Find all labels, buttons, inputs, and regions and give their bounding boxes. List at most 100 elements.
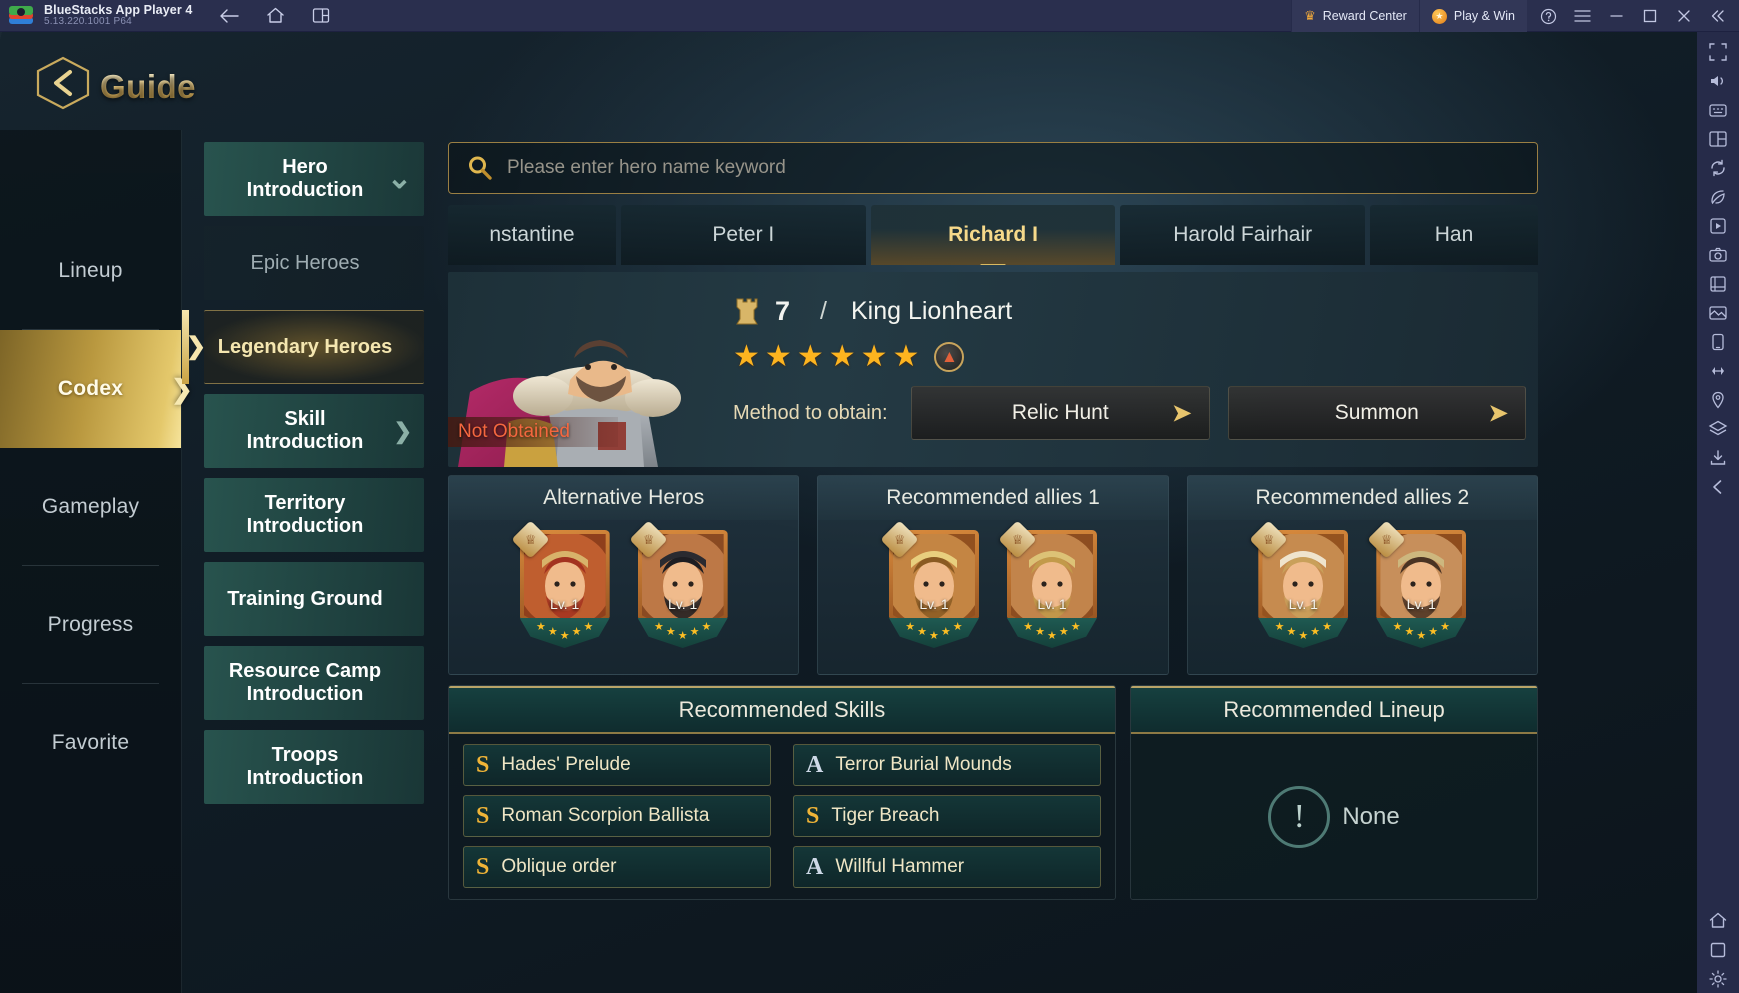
skill-item[interactable]: A Terror Burial Mounds (793, 744, 1101, 786)
play-and-win-button[interactable]: ★ Play & Win (1418, 0, 1527, 32)
trim-icon[interactable] (1702, 270, 1734, 298)
skill-name: Terror Burial Mounds (835, 754, 1012, 775)
eco-mode-icon[interactable] (1702, 183, 1734, 211)
minimize-icon[interactable] (1599, 0, 1633, 32)
star-icon: ★ (1392, 621, 1403, 633)
hero-group-body: ♕ Lv. 1 ★ ★ ★ ★ ★ ♕ Lv. 1 ★ ★ ★ ★ ★ (818, 520, 1167, 648)
settings-icon[interactable] (1702, 965, 1734, 993)
recents-icon[interactable] (1702, 936, 1734, 964)
nav-item-codex[interactable]: Codex ❯ (0, 330, 193, 448)
subnav-item-resource-camp-introduction[interactable]: Resource Camp Introduction (204, 646, 424, 720)
home-icon[interactable] (264, 5, 286, 27)
close-icon[interactable] (1667, 0, 1701, 32)
skill-item[interactable]: A Willful Hammer (793, 846, 1101, 888)
hero-group-recommended-allies-2: Recommended allies 2 ♕ Lv. 1 ★ ★ ★ ★ ★ ♕ Lv. 1 ★ ★ ★… (1186, 475, 1538, 675)
maximize-icon[interactable] (1633, 0, 1667, 32)
game-viewport: Guide Lineup Codex ❯ Gameplay Progress Favori… (0, 32, 1697, 993)
nav-item-lineup[interactable]: Lineup (0, 212, 181, 330)
skill-rank-badge: S (806, 802, 820, 829)
recommended-skills-body: S Hades' Prelude A Terror Burial Mounds S Rom… (449, 734, 1115, 899)
fullscreen-icon[interactable] (1702, 38, 1734, 66)
coin-icon: ★ (1431, 8, 1447, 24)
skill-name: Hades' Prelude (501, 754, 631, 775)
star-icon: ★ (952, 621, 963, 633)
help-icon[interactable] (1531, 0, 1565, 32)
media-manager-icon[interactable] (1702, 299, 1734, 327)
primary-nav: Lineup Codex ❯ Gameplay Progress Favorite (0, 130, 193, 993)
star-icon: ★ (1274, 621, 1285, 633)
subnav-item-label: Territory Introduction (246, 492, 364, 537)
nav-item-gameplay[interactable]: Gameplay (0, 448, 181, 566)
home-icon[interactable] (1702, 907, 1734, 935)
multi-instance-icon[interactable] (1702, 125, 1734, 153)
skill-name: Willful Hammer (835, 856, 965, 877)
volume-icon[interactable] (1702, 67, 1734, 95)
hero-separator: / (820, 296, 827, 325)
back-icon[interactable] (1702, 473, 1734, 501)
recommended-skills-panel: Recommended Skills S Hades' Prelude A Terro… (448, 685, 1116, 900)
obtain-method-label: Relic Hunt (1011, 401, 1109, 424)
app-version: 5.13.220.1001 P64 (44, 15, 132, 27)
ascend-arrow-icon[interactable]: ▲ (934, 342, 965, 372)
obtain-method-relic-hunt[interactable]: Relic Hunt ➤ (911, 386, 1210, 440)
skill-item[interactable]: S Hades' Prelude (463, 744, 771, 786)
subnav-item-territory-introduction[interactable]: Territory Introduction (204, 478, 424, 552)
hero-search-bar[interactable] (448, 142, 1538, 194)
hero-group-title: Recommended allies 1 (818, 476, 1168, 520)
install-apk-icon[interactable] (1702, 444, 1734, 472)
hero-avatar-card[interactable]: ♕ Lv. 1 ★ ★ ★ ★ ★ (1249, 520, 1349, 648)
recommended-lineup-panel: Recommended Lineup ! None (1130, 685, 1538, 900)
hero-avatar-card[interactable]: ♕ Lv. 1 ★ ★ ★ ★ ★ (511, 520, 610, 648)
skill-item[interactable]: S Oblique order (463, 846, 771, 888)
layers-icon[interactable] (1702, 415, 1734, 443)
skill-name: Tiger Breach (831, 805, 940, 826)
search-input[interactable] (507, 157, 1537, 179)
skill-item[interactable]: S Roman Scorpion Ballista (463, 795, 771, 837)
location-icon[interactable] (1702, 386, 1734, 414)
nav-item-favorite[interactable]: Favorite (0, 684, 181, 802)
hero-level-label: Lv. 1 (550, 596, 580, 612)
hero-avatar-card[interactable]: ♕ Lv. 1 ★ ★ ★ ★ ★ (998, 520, 1097, 648)
subnav-item-training-ground[interactable]: Training Ground (204, 562, 424, 636)
hero-tab-label: Richard I (948, 223, 1038, 246)
status-badge: Not Obtained (448, 417, 618, 447)
star-icon: ★ (547, 626, 558, 638)
hero-tab-strip: nstantine Peter I Richard I Harold Fairhair… (448, 205, 1538, 265)
rotate-icon[interactable] (1702, 328, 1734, 356)
reward-center-button[interactable]: ♛ Reward Center (1291, 0, 1419, 32)
collapse-icon[interactable] (1701, 0, 1735, 32)
sync-icon[interactable] (1702, 154, 1734, 182)
menu-icon[interactable] (1565, 0, 1599, 32)
hero-tab-harold-fairhair[interactable]: Harold Fairhair (1120, 205, 1366, 265)
hero-avatar-card[interactable]: ♕ Lv. 1 ★ ★ ★ ★ ★ (1367, 520, 1467, 648)
hero-tab-nstantine[interactable]: nstantine (448, 205, 616, 265)
subnav-item-epic-heroes[interactable]: Epic Heroes (204, 226, 424, 300)
keymapping-icon[interactable] (1702, 96, 1734, 124)
subnav-item-hero-introduction[interactable]: Hero Introduction ⌄ (204, 142, 424, 216)
screenshot-icon[interactable] (1702, 241, 1734, 269)
back-arrow-icon[interactable] (218, 5, 240, 27)
star-icon: ★ (860, 340, 888, 373)
skill-item[interactable]: S Tiger Breach (793, 795, 1101, 837)
multi-instance-icon[interactable] (310, 5, 332, 27)
hero-group-recommended-allies-1: Recommended allies 1 ♕ Lv. 1 ★ ★ ★ ★ ★ ♕ Lv. 1 ★ ★ ★… (817, 475, 1169, 675)
star-icon: ★ (828, 340, 856, 373)
nav-item-progress[interactable]: Progress (0, 566, 181, 684)
subnav-item-legendary-heroes[interactable]: ❯ Legendary Heroes (182, 310, 424, 384)
skill-rank-badge: A (806, 853, 824, 880)
subnav-item-skill-introduction[interactable]: Skill Introduction ❯ (204, 394, 424, 468)
shake-icon[interactable] (1702, 357, 1734, 385)
hero-tab-peter-i[interactable]: Peter I (621, 205, 866, 265)
obtain-label: Method to obtain: (733, 401, 888, 424)
hero-avatar-card[interactable]: ♕ Lv. 1 ★ ★ ★ ★ ★ (880, 520, 979, 648)
macro-icon[interactable] (1702, 212, 1734, 240)
star-icon: ★ (929, 630, 939, 642)
hero-tab-richard-i[interactable]: Richard I (870, 205, 1116, 265)
obtain-method-summon[interactable]: Summon ➤ (1227, 386, 1526, 440)
hero-group-body: ♕ Lv. 1 ★ ★ ★ ★ ★ ♕ Lv. 1 ★ ★ ★ ★ ★ (1188, 520, 1537, 648)
hero-avatar-card[interactable]: ♕ Lv. 1 ★ ★ ★ ★ ★ (629, 520, 728, 648)
obtain-method-label: Summon (1334, 401, 1419, 424)
subnav-item-troops-introduction[interactable]: Troops Introduction (204, 730, 424, 804)
obtain-methods-row: Method to obtain: Relic Hunt ➤ Summon ➤ (733, 386, 1526, 440)
hero-tab-han[interactable]: Han (1370, 205, 1538, 265)
